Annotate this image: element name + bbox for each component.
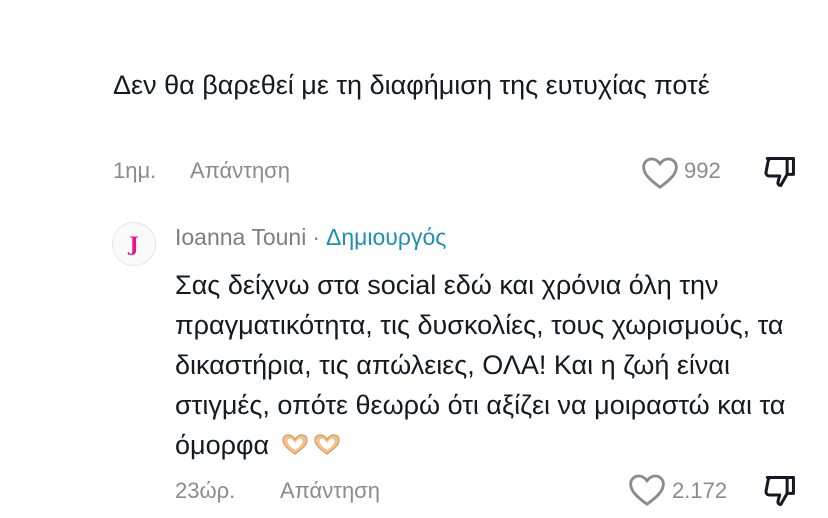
separator: · <box>312 224 320 250</box>
thumbs-down-icon <box>764 476 795 506</box>
like-button[interactable] <box>640 153 680 193</box>
reply-button[interactable]: Απάντηση <box>190 158 290 184</box>
avatar-logo: J <box>129 232 139 256</box>
like-button[interactable] <box>627 470 667 510</box>
comment-timestamp: 1ημ. <box>113 158 157 183</box>
comment-text: Σας δείχνω στα social εδώ και χρόνια όλη… <box>175 270 786 460</box>
author-name[interactable]: Ioanna Touni <box>175 224 306 250</box>
heart-hands-emoji <box>281 428 309 468</box>
dislike-button[interactable] <box>761 152 799 192</box>
thumbs-down-icon <box>764 157 795 187</box>
heart-outline-icon <box>642 157 678 189</box>
like-count: 992 <box>684 158 721 183</box>
comment-text: Δεν θα βαρεθεί με τη διαφήμιση της ευτυχ… <box>113 70 710 100</box>
reply-button[interactable]: Απάντηση <box>280 478 380 504</box>
creator-badge: Δημιουργός <box>325 224 447 250</box>
comment-body: Σας δείχνω στα social εδώ και χρόνια όλη… <box>175 265 805 468</box>
heart-outline-icon <box>629 474 665 506</box>
like-count: 2.172 <box>672 478 728 503</box>
dislike-button[interactable] <box>761 471 799 511</box>
avatar[interactable]: J <box>112 222 156 266</box>
comment-timestamp: 23ώρ. <box>175 478 236 503</box>
heart-hands-emoji <box>313 428 341 468</box>
author-line: Ioanna Touni · Δημιουργός <box>175 224 446 251</box>
